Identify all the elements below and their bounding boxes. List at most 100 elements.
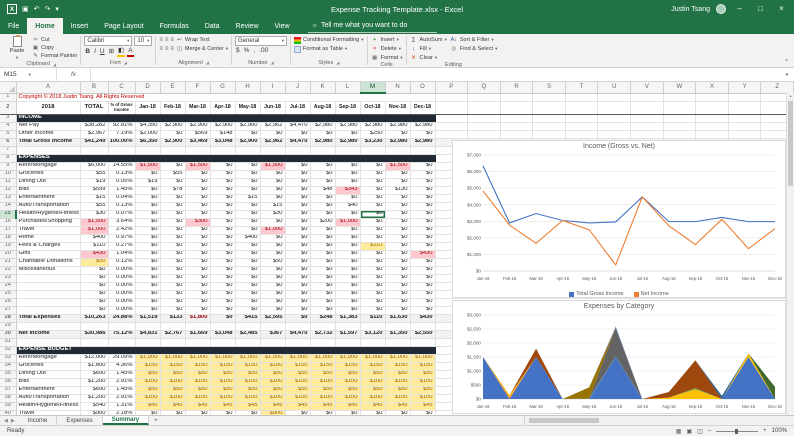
month-value-cell[interactable]: $1,000 — [335, 354, 361, 363]
month-value-cell[interactable]: $0 — [360, 250, 386, 259]
month-value-cell[interactable]: $1,000 — [260, 226, 286, 235]
month-value-cell[interactable]: $0 — [285, 258, 311, 267]
month-value-cell[interactable]: $1,597 — [335, 329, 361, 339]
zoom-out-icon[interactable]: – — [708, 428, 711, 434]
cell[interactable] — [565, 122, 599, 131]
month-value-cell[interactable]: $0 — [185, 266, 211, 275]
month-value-cell[interactable]: $0 — [185, 298, 211, 307]
month-value-cell[interactable]: $0 — [260, 306, 286, 315]
column-header-Z[interactable]: Z — [760, 82, 794, 94]
month-value-cell[interactable]: $0 — [185, 306, 211, 315]
month-value-cell[interactable]: $0 — [410, 130, 436, 139]
percent-value-cell[interactable]: 1.04% — [108, 250, 136, 259]
month-value-cell[interactable]: $50 — [335, 370, 361, 379]
category-label-cell[interactable]: Bills — [16, 186, 81, 195]
cell[interactable] — [80, 146, 109, 155]
column-header-W[interactable]: W — [663, 82, 697, 94]
month-value-cell[interactable]: $0 — [410, 202, 436, 211]
expand-formula-bar-icon[interactable]: ▾ — [780, 68, 794, 81]
ribbon-tab-data[interactable]: Data — [197, 18, 228, 34]
month-value-cell[interactable]: $2,962 — [260, 122, 286, 131]
month-header-Oct-18[interactable]: Oct-18 — [360, 100, 386, 115]
category-label-cell[interactable] — [16, 290, 81, 299]
row-header-7[interactable]: 7 — [0, 146, 17, 155]
month-value-cell[interactable]: $0 — [335, 274, 361, 283]
percent-value-cell[interactable]: 92.81% — [108, 122, 136, 131]
cell[interactable] — [80, 338, 109, 347]
row-header-23[interactable]: 23 — [0, 274, 17, 283]
month-value-cell[interactable]: $100 — [285, 378, 311, 387]
month-value-cell[interactable]: $250 — [360, 130, 386, 139]
month-value-cell[interactable]: $1,800 — [185, 313, 211, 323]
section-header-cell[interactable]: EXPENSES — [16, 154, 436, 163]
month-value-cell[interactable]: $0 — [135, 242, 161, 251]
month-value-cell[interactable]: $0 — [285, 170, 311, 179]
month-value-cell[interactable]: $0 — [285, 226, 311, 235]
month-value-cell[interactable]: $0 — [360, 258, 386, 267]
vertical-scrollbar[interactable]: ▴ — [786, 93, 794, 415]
month-value-cell[interactable]: $0 — [410, 242, 436, 251]
cell[interactable] — [210, 322, 236, 331]
month-value-cell[interactable]: $1,350 — [385, 329, 411, 339]
month-value-cell[interactable]: $100 — [360, 378, 386, 387]
month-value-cell[interactable]: $0 — [260, 178, 286, 187]
zoom-in-icon[interactable]: + — [763, 428, 767, 434]
month-value-cell[interactable]: $0 — [385, 178, 411, 187]
month-value-cell[interactable]: $0 — [260, 290, 286, 299]
percent-value-cell[interactable]: 4.36% — [108, 362, 136, 371]
category-label-cell[interactable]: Dining Out — [16, 370, 81, 379]
category-label-cell[interactable] — [16, 274, 81, 283]
month-value-cell[interactable]: $100 — [160, 394, 186, 403]
total-value-cell[interactable]: $2,967 — [80, 130, 109, 139]
month-value-cell[interactable]: $0 — [135, 202, 161, 211]
select-all-corner[interactable] — [0, 82, 17, 94]
percent-value-cell[interactable]: 0.05% — [108, 178, 136, 187]
month-value-cell[interactable]: $0 — [235, 170, 261, 179]
category-label-cell[interactable]: Health/Hygiene/Fitness — [16, 210, 81, 219]
month-value-cell[interactable]: $248 — [310, 313, 336, 323]
month-value-cell[interactable]: $0 — [310, 210, 336, 219]
category-label-cell[interactable]: Total Expenses — [16, 313, 81, 323]
month-value-cell[interactable]: $130 — [385, 186, 411, 195]
chart-expenses-by-category[interactable]: Expenses by Category $0 $500 $1,000 $1,500 $… — [452, 300, 786, 414]
row-header-37[interactable]: 37 — [0, 386, 17, 395]
redo-icon[interactable]: ↷ — [45, 6, 51, 13]
month-header-Feb-18[interactable]: Feb-18 — [160, 100, 186, 115]
cell[interactable] — [16, 338, 81, 347]
month-value-cell[interactable]: $367 — [260, 329, 286, 339]
column-header-U[interactable]: U — [597, 82, 632, 94]
month-value-cell[interactable]: $48 — [310, 186, 336, 195]
month-value-cell[interactable]: $2,980 — [310, 122, 336, 131]
month-value-cell[interactable]: $0 — [210, 162, 236, 171]
month-value-cell[interactable]: $0 — [385, 130, 411, 139]
cell[interactable] — [108, 322, 136, 331]
month-value-cell[interactable]: $100 — [385, 378, 411, 387]
month-value-cell[interactable]: $1,630 — [385, 313, 411, 323]
cell[interactable] — [435, 130, 469, 139]
row-header-5[interactable]: 5 — [0, 130, 17, 139]
month-value-cell[interactable]: $0 — [335, 226, 361, 235]
month-value-cell[interactable]: $0 — [210, 194, 236, 203]
month-value-cell[interactable]: $0 — [210, 266, 236, 275]
italic-button[interactable]: I — [93, 48, 97, 56]
month-value-cell[interactable]: $50 — [260, 386, 286, 395]
row-header-9[interactable]: 9 — [0, 162, 17, 171]
total-value-cell[interactable]: $599 — [80, 186, 109, 195]
cell[interactable] — [500, 114, 534, 123]
column-header-L[interactable]: L — [335, 82, 361, 94]
cell[interactable] — [695, 100, 729, 115]
row-header-3[interactable]: 3 — [0, 114, 17, 123]
category-label-cell[interactable]: Miscellaneous — [16, 266, 81, 275]
month-value-cell[interactable]: $0 — [310, 194, 336, 203]
month-value-cell[interactable]: $2,980 — [335, 137, 361, 147]
month-value-cell[interactable]: $100 — [285, 394, 311, 403]
align-bottom-icon[interactable]: ≡ — [170, 37, 174, 43]
month-value-cell[interactable]: $3,230 — [360, 137, 386, 147]
column-header-V[interactable]: V — [630, 82, 664, 94]
cell[interactable] — [260, 338, 286, 347]
month-value-cell[interactable]: $4,350 — [135, 122, 161, 131]
month-value-cell[interactable]: $50 — [360, 386, 386, 395]
align-left-icon[interactable]: ≡ — [159, 46, 163, 52]
month-value-cell[interactable]: $45 — [410, 402, 436, 411]
month-value-cell[interactable]: $150 — [135, 362, 161, 371]
